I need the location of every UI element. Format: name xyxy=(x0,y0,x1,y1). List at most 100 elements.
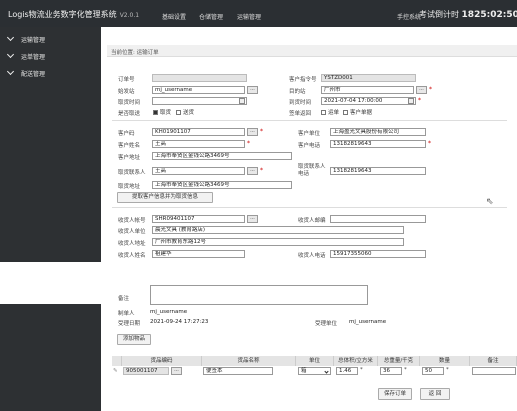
sidebar-item-transport[interactable]: 运输管理 xyxy=(6,33,46,44)
top-bar: Logis物流业务数字化管理系统 V2.0.1 基础设置 仓储管理 运输管理 手控… xyxy=(0,0,517,27)
pickup-option-label: 取货 xyxy=(160,110,172,116)
required-mark: * xyxy=(404,367,407,373)
edit-pencil-icon[interactable]: ✎ xyxy=(113,368,118,374)
arrival-time-field[interactable]: 2021-07-04 17:00:00 xyxy=(321,97,416,105)
customer-unit-field[interactable]: 上海盈光文具股份有限公司 xyxy=(330,128,426,136)
table-header-cell: 单位 xyxy=(296,356,334,366)
pickup-address-field[interactable]: 上海市奉贤区金钱公路3469号 xyxy=(152,181,292,189)
receipt-waybill-checkbox[interactable]: 运单 xyxy=(321,108,339,116)
receipt-option-label: 客户单据 xyxy=(350,110,373,116)
customer-code-label: 客户码 xyxy=(118,131,135,137)
table-header-cell: 备注 xyxy=(470,356,517,366)
pickup-contact-field[interactable]: 王高 xyxy=(152,167,245,175)
receiver-email-field[interactable] xyxy=(330,215,426,223)
chevron-down-icon xyxy=(6,50,15,59)
goods-picker-button[interactable]: ... xyxy=(171,367,182,375)
customer-order-field[interactable]: YSTZD001 xyxy=(321,74,416,82)
customer-address-field[interactable]: 上海市奉贤区金钱公路3469号 xyxy=(152,152,292,160)
table-header-cell: 数量 xyxy=(420,356,470,366)
system-label: 手控系统 xyxy=(397,14,422,21)
pickup-phone-label: 取货联系人电话 xyxy=(298,164,326,177)
pickup-address-label: 取货地址 xyxy=(118,184,141,190)
table-header-cell: 货品名称 xyxy=(202,356,296,366)
receiver-account-field[interactable]: SHR09401107 xyxy=(152,215,245,223)
dest-label: 目的站 xyxy=(289,89,306,95)
customer-code-field[interactable]: KH01901107 xyxy=(152,128,245,136)
goods-remark-field[interactable] xyxy=(472,367,516,375)
table-header-cell xyxy=(112,356,122,366)
back-button[interactable]: 返 回 xyxy=(420,388,450,400)
customer-name-field[interactable]: 王高 xyxy=(152,140,245,148)
receiver-address-field[interactable]: 广州市教育东路12号 xyxy=(152,238,404,246)
goods-unit-select[interactable]: 箱 xyxy=(298,367,331,375)
date-value: 2021-09-24 17:27:23 xyxy=(150,319,209,325)
customer-unit-label: 客户单位 xyxy=(298,131,321,137)
nav-transport[interactable]: 运输管理 xyxy=(237,12,261,21)
sidebar-item-delivery[interactable]: 配送管理 xyxy=(6,67,45,78)
receiver-name-field[interactable]: 祖建华 xyxy=(152,250,245,258)
origin-picker-button[interactable]: ... xyxy=(247,86,258,94)
receiver-unit-field[interactable]: 晨光文具 (教育路店) xyxy=(152,226,404,234)
order-no-label: 订单号 xyxy=(118,77,135,83)
required-mark: * xyxy=(260,128,263,135)
accept-unit-label: 受理单位 xyxy=(315,321,338,327)
pickup-checkbox[interactable]: 取货 xyxy=(153,108,171,116)
dest-field[interactable]: 广州市 xyxy=(321,86,414,94)
nav-basic-settings[interactable]: 基础设置 xyxy=(162,12,186,21)
dest-picker-button[interactable]: ... xyxy=(416,86,427,94)
goods-qty-field[interactable]: 50 xyxy=(422,367,444,375)
remark-label: 备注 xyxy=(118,296,130,302)
customer-phone-field[interactable]: 13182819643 xyxy=(330,140,426,148)
section-gap xyxy=(101,262,517,277)
maker-label: 制单人 xyxy=(118,311,135,317)
sidebar-item-label: 运输管理 xyxy=(21,37,46,44)
calendar-icon[interactable] xyxy=(239,98,245,104)
goods-code-field[interactable]: 905001107 xyxy=(123,367,169,375)
table-header-cell: 总体积/立方米 xyxy=(334,356,378,366)
date-label: 受理日期 xyxy=(118,321,141,327)
order-no-field[interactable] xyxy=(152,74,247,82)
add-goods-button[interactable]: 添加物品 xyxy=(117,334,151,345)
customer-picker-button[interactable]: ... xyxy=(247,128,258,136)
mouse-cursor-icon: ⇖ xyxy=(486,197,494,207)
goods-volume-field[interactable]: 1.46 xyxy=(336,367,358,375)
origin-field[interactable]: mj_username xyxy=(152,86,245,94)
app-title-text: Logis物流业务数字化管理系统 xyxy=(8,10,117,19)
deliver-checkbox[interactable]: 送货 xyxy=(176,108,194,116)
app-title: Logis物流业务数字化管理系统 V2.0.1 xyxy=(8,9,139,20)
required-mark: * xyxy=(260,167,263,174)
sidebar-item-waybill[interactable]: 运单管理 xyxy=(6,50,45,61)
pickup-phone-field[interactable]: 13182819643 xyxy=(330,167,426,175)
goods-weight-field[interactable]: 36 xyxy=(380,367,402,375)
origin-label: 始发站 xyxy=(118,89,135,95)
receiver-picker-button[interactable]: ... xyxy=(247,215,258,223)
pickup-time-field[interactable] xyxy=(152,97,247,105)
customer-name-label: 客户姓名 xyxy=(118,143,141,149)
fetch-customer-info-button[interactable]: 提取客户信息并为取货信息 xyxy=(117,192,213,203)
maker-value: mj_username xyxy=(150,309,188,315)
required-mark: * xyxy=(446,367,449,373)
checkbox-checked-icon xyxy=(153,110,158,115)
breadcrumb-text: 当前位置: 运输订单 xyxy=(111,50,159,56)
save-order-button[interactable]: 保存订单 xyxy=(378,388,412,400)
calendar-icon[interactable] xyxy=(408,98,414,104)
receipt-doc-checkbox[interactable]: 客户单据 xyxy=(343,108,372,116)
sidebar-gap xyxy=(0,262,101,304)
goods-unit-value: 箱 xyxy=(301,368,307,374)
checkbox-icon xyxy=(321,110,326,115)
receipt-option-label: 运单 xyxy=(328,110,340,116)
countdown: 考试倒计时 1825:02:50 xyxy=(419,9,517,20)
receiver-phone-label: 收货人电话 xyxy=(298,253,326,259)
contact-picker-button[interactable]: ... xyxy=(247,167,258,175)
accept-unit-value: mj_username xyxy=(349,319,387,325)
remark-textarea[interactable] xyxy=(150,285,368,305)
divider xyxy=(112,207,507,208)
receiver-phone-field[interactable]: 15917355060 xyxy=(330,250,426,258)
required-mark: * xyxy=(429,86,432,93)
receiver-address-label: 收货人地址 xyxy=(118,241,146,247)
chevron-down-icon xyxy=(6,67,15,76)
nav-warehouse[interactable]: 仓储管理 xyxy=(199,12,223,21)
goods-name-field[interactable]: 便签本 xyxy=(203,367,273,375)
receipt-label: 签单返回 xyxy=(289,111,312,117)
required-mark: * xyxy=(360,367,363,373)
